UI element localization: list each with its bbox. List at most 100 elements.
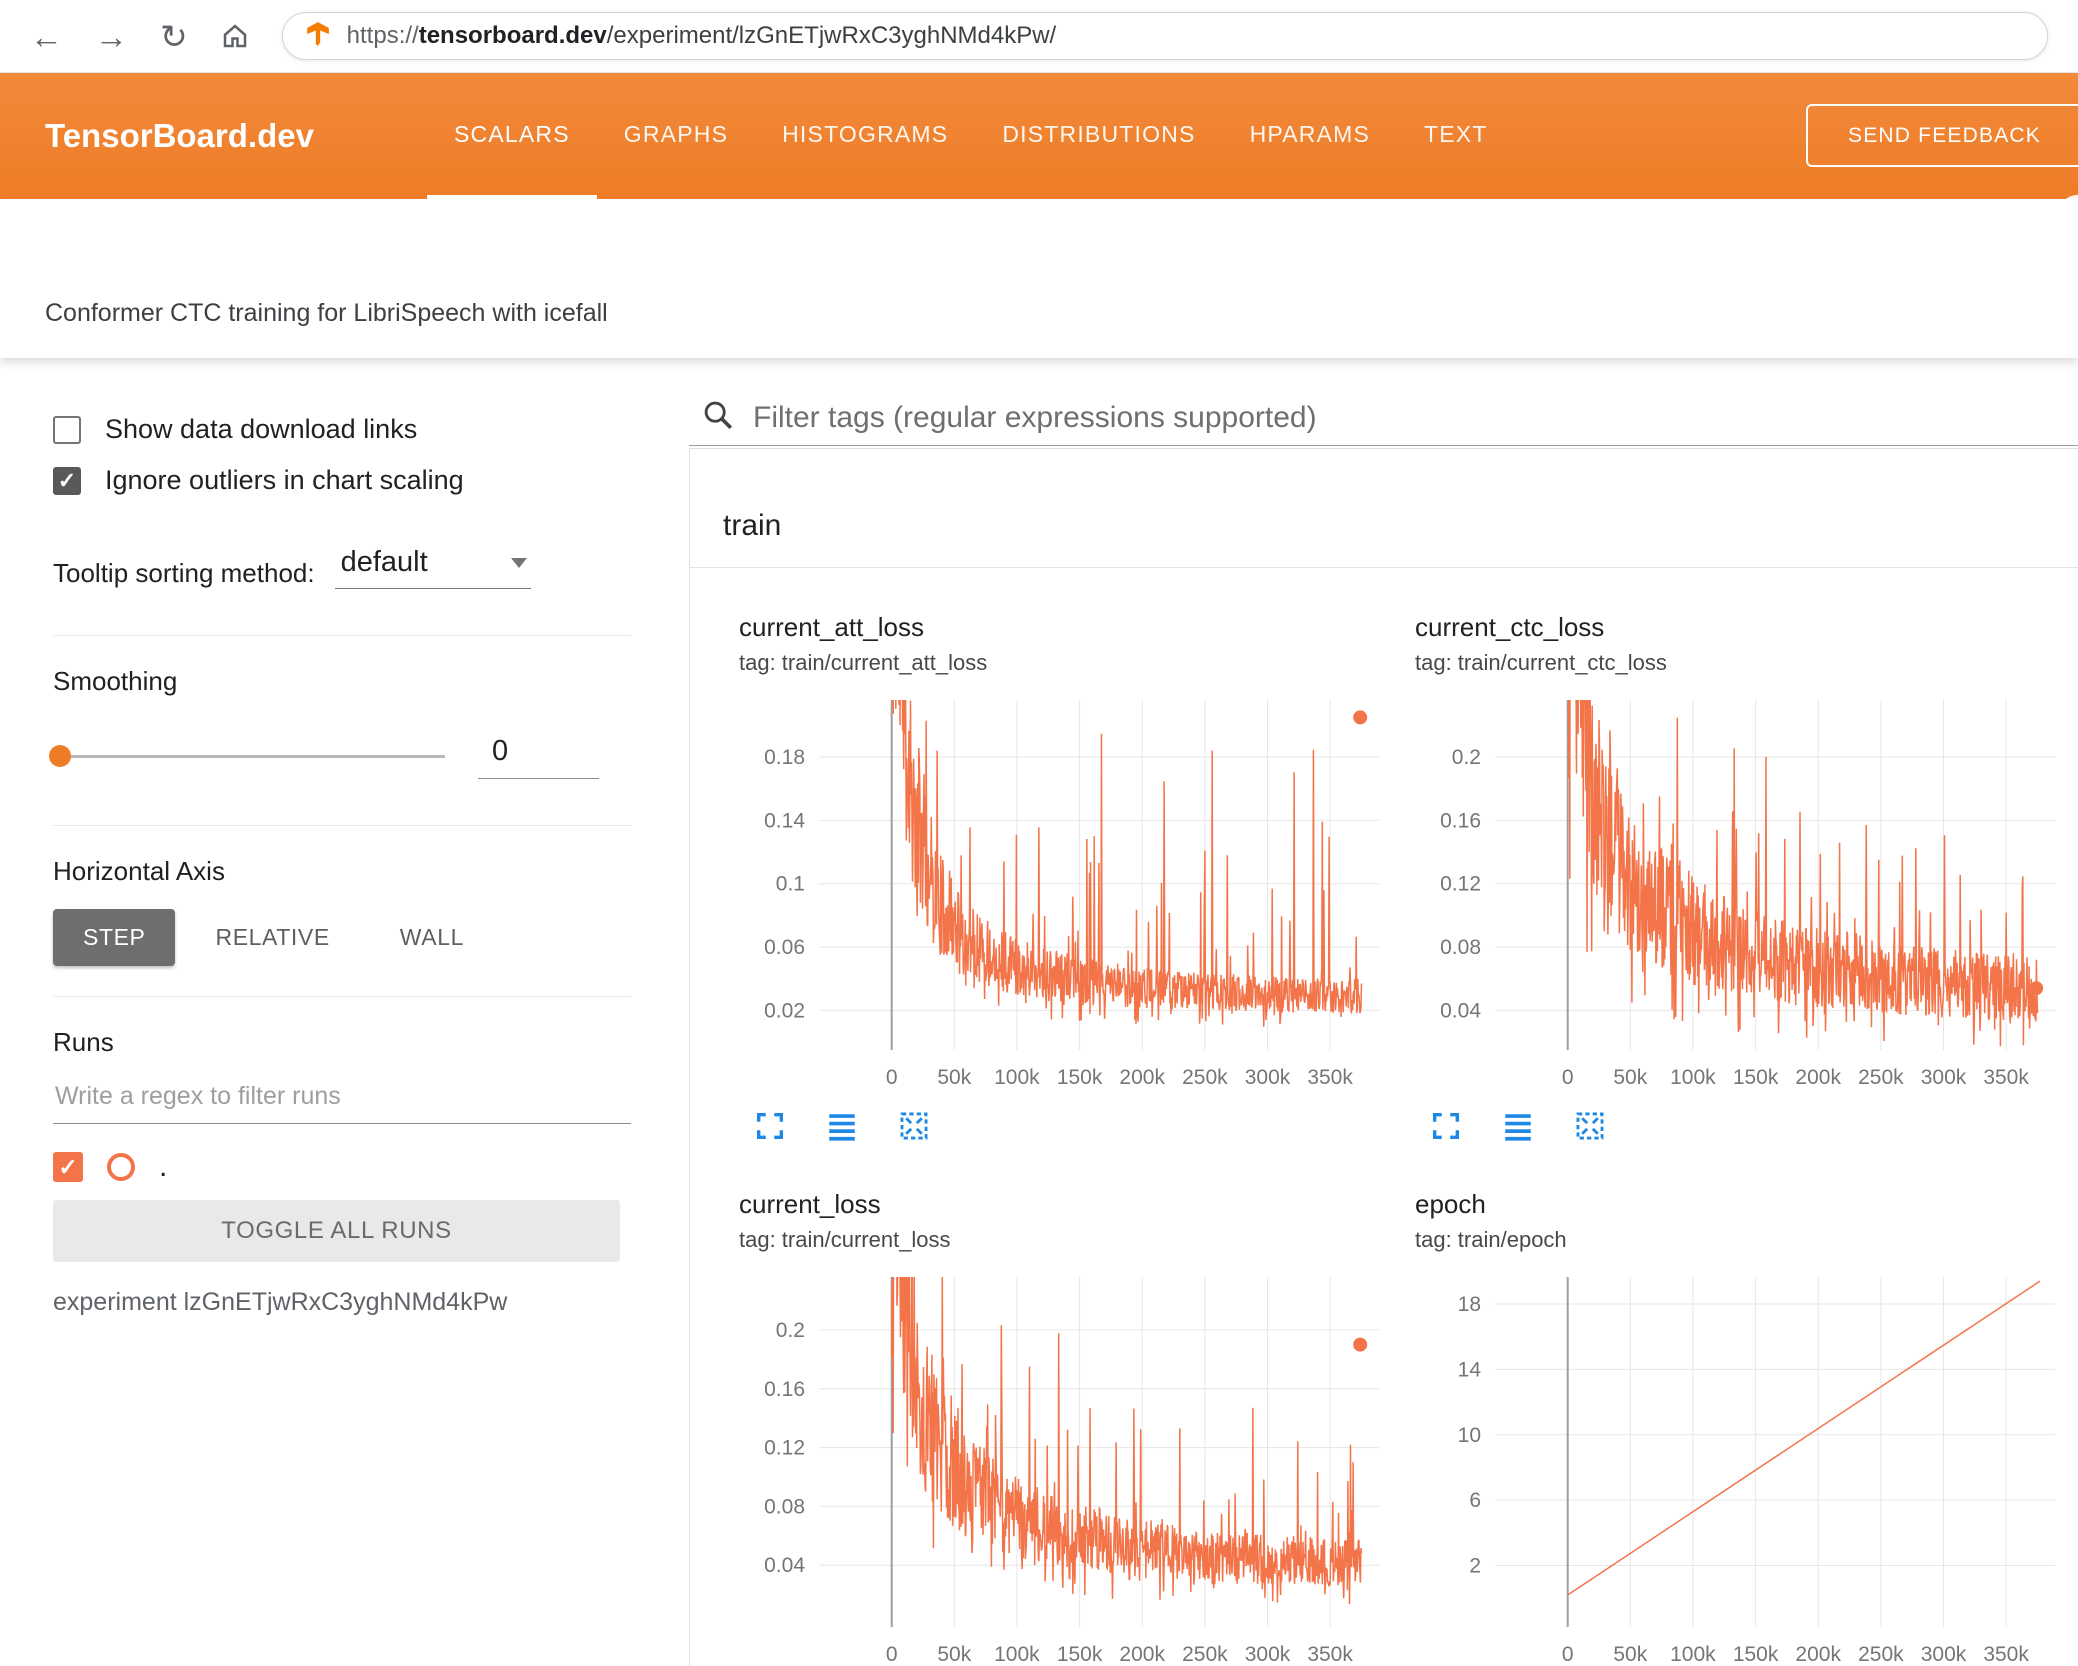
svg-text:14: 14 [1458, 1358, 1482, 1381]
axis-relative-button[interactable]: RELATIVE [185, 909, 359, 966]
tab-distributions[interactable]: DISTRIBUTIONS [975, 73, 1222, 199]
home-icon[interactable] [220, 21, 250, 51]
tab-text[interactable]: TEXT [1397, 73, 1515, 199]
svg-text:18: 18 [1458, 1293, 1481, 1316]
svg-text:0.12: 0.12 [764, 1437, 805, 1460]
chart-card-current-ctc-loss: current_ctc_loss tag: train/current_ctc_… [1415, 612, 2078, 1143]
smoothing-slider[interactable] [49, 745, 445, 767]
line-chart-plot[interactable]: 2 6 10 14 18 0 50k 100k 150k 200k 250k 300k 350k [1415, 1265, 2078, 1666]
chart-title: current_loss [739, 1189, 881, 1219]
svg-text:0: 0 [886, 1643, 898, 1666]
tooltip-sorting-value: default [340, 546, 428, 578]
svg-text:0.16: 0.16 [1440, 809, 1481, 832]
chart-toolbar [753, 1109, 1415, 1143]
show-download-links-checkbox[interactable] [53, 415, 81, 444]
smoothing-label: Smoothing [53, 666, 178, 696]
svg-text:50k: 50k [937, 1066, 971, 1089]
svg-text:300k: 300k [1245, 1066, 1291, 1089]
svg-text:100k: 100k [1670, 1643, 1716, 1666]
svg-text:150k: 150k [1057, 1643, 1103, 1666]
svg-text:250k: 250k [1858, 1643, 1904, 1666]
divider [53, 996, 631, 997]
svg-text:0.02: 0.02 [764, 999, 805, 1022]
reload-icon[interactable]: ↻ [160, 20, 188, 53]
svg-text:0.08: 0.08 [764, 1495, 805, 1518]
tooltip-sorting-label: Tooltip sorting method: [53, 558, 315, 588]
chart-tag: tag: train/current_att_loss [739, 650, 988, 675]
main-nav: SCALARS GRAPHS HISTOGRAMS DISTRIBUTIONS … [427, 73, 1515, 199]
chart-card-epoch: epoch tag: train/epoch 2 6 10 14 18 0 50k 100k 1… [1415, 1189, 2078, 1666]
horizontal-axis-label: Horizontal Axis [53, 856, 225, 886]
fit-domain-icon[interactable] [1573, 1109, 1607, 1143]
smoothing-value[interactable]: 0 [478, 735, 599, 779]
run-name: . [159, 1150, 168, 1183]
svg-text:300k: 300k [1921, 1643, 1967, 1666]
show-download-links-row: Show data download links [53, 414, 631, 445]
ignore-outliers-label: Ignore outliers in chart scaling [105, 465, 464, 495]
svg-text:150k: 150k [1733, 1643, 1779, 1666]
tab-hparams[interactable]: HPARAMS [1223, 73, 1397, 199]
tab-graphs[interactable]: GRAPHS [597, 73, 755, 199]
runs-filter-input[interactable] [53, 1082, 631, 1124]
chart-tag: tag: train/current_ctc_loss [1415, 650, 1667, 675]
svg-text:2: 2 [1469, 1555, 1481, 1578]
tooltip-sorting-select[interactable]: default [334, 546, 531, 589]
expand-chart-icon[interactable] [753, 1109, 787, 1143]
chevron-down-icon [510, 557, 527, 568]
send-feedback-button[interactable]: SEND FEEDBACK [1806, 104, 2078, 167]
forward-icon[interactable]: → [95, 20, 128, 53]
svg-text:0.2: 0.2 [776, 1319, 805, 1342]
experiment-subtitle-bar: Conformer CTC training for LibriSpeech w… [0, 199, 2078, 358]
svg-text:150k: 150k [1057, 1066, 1103, 1089]
svg-text:0.08: 0.08 [1440, 936, 1481, 959]
run-color-indicator[interactable] [107, 1153, 135, 1181]
content: Show data download links Ignore outliers… [0, 358, 2078, 1666]
toggle-all-runs-button[interactable]: TOGGLE ALL RUNS [53, 1200, 620, 1262]
scalars-main-panel: train current_att_loss tag: train/curren… [650, 358, 2078, 1666]
svg-text:300k: 300k [1245, 1643, 1291, 1666]
charts-grid: current_att_loss tag: train/current_att_… [690, 568, 2078, 1666]
axis-wall-button[interactable]: WALL [370, 909, 494, 966]
filter-tags-input[interactable] [753, 400, 2078, 435]
svg-text:200k: 200k [1795, 1066, 1841, 1089]
brand-title[interactable]: TensorBoard.dev [45, 117, 427, 155]
svg-text:6: 6 [1469, 1489, 1481, 1512]
tensorboard-favicon [305, 21, 331, 52]
run-checkbox[interactable] [53, 1152, 83, 1182]
svg-text:250k: 250k [1182, 1066, 1228, 1089]
slider-thumb[interactable] [49, 745, 71, 767]
svg-text:150k: 150k [1733, 1066, 1779, 1089]
url-domain: tensorboard.dev [418, 22, 607, 49]
slider-track[interactable] [53, 755, 445, 758]
svg-text:250k: 250k [1182, 1643, 1228, 1666]
view-data-icon[interactable] [1501, 1109, 1535, 1143]
fit-domain-icon[interactable] [897, 1109, 931, 1143]
tab-histograms[interactable]: HISTOGRAMS [755, 73, 975, 199]
chart-title: epoch [1415, 1189, 1486, 1219]
browser-chrome: ← → ↻ https://tensorboard.dev/experiment… [0, 0, 2078, 73]
line-chart-plot[interactable]: 0.04 0.08 0.12 0.16 0.2 0 50k 100k 150k 200k 250k 3… [1415, 688, 2078, 1105]
svg-text:0.04: 0.04 [1440, 999, 1481, 1022]
filter-tags-row [689, 398, 2078, 446]
svg-text:0.2: 0.2 [1452, 746, 1481, 769]
view-data-icon[interactable] [825, 1109, 859, 1143]
svg-text:350k: 350k [1307, 1643, 1353, 1666]
tab-scalars[interactable]: SCALARS [427, 73, 597, 199]
svg-text:200k: 200k [1795, 1643, 1841, 1666]
axis-step-button[interactable]: STEP [53, 909, 176, 966]
line-chart-plot[interactable]: 0.02 0.06 0.1 0.14 0.18 0 50k 100k 150k 200k 250k 3… [739, 688, 1415, 1105]
smoothing-row: 0 [49, 735, 631, 779]
url-text: https://tensorboard.dev/experiment/lzGnE… [347, 22, 1057, 50]
svg-text:350k: 350k [1307, 1066, 1353, 1089]
ignore-outliers-checkbox[interactable] [53, 466, 81, 495]
line-chart-plot[interactable]: 0.04 0.08 0.12 0.16 0.2 0 50k 100k 150k 200k 250k 3… [739, 1265, 1415, 1666]
svg-text:200k: 200k [1119, 1643, 1165, 1666]
back-icon[interactable]: ← [30, 20, 63, 53]
expand-chart-icon[interactable] [1429, 1109, 1463, 1143]
address-bar[interactable]: https://tensorboard.dev/experiment/lzGnE… [281, 12, 2048, 60]
section-title[interactable]: train [690, 449, 2078, 543]
chart-toolbar [1429, 1109, 2078, 1143]
svg-text:200k: 200k [1119, 1066, 1165, 1089]
tooltip-sorting-row: Tooltip sorting method: default [53, 546, 631, 589]
svg-text:0: 0 [886, 1066, 898, 1089]
